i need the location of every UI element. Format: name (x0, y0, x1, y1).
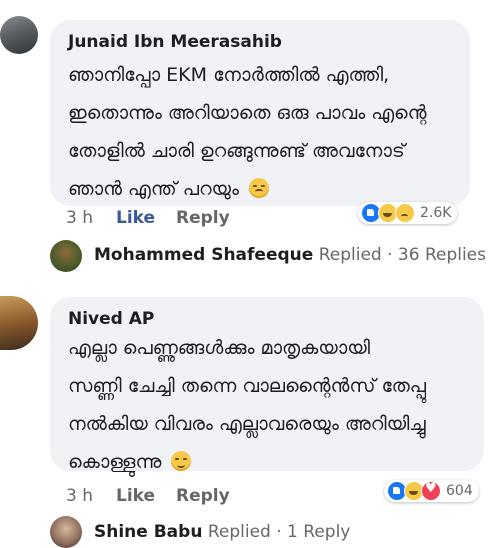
replier-avatar[interactable] (50, 240, 82, 272)
commenter-avatar[interactable] (0, 296, 38, 350)
replier-name: Shine Babu (94, 522, 203, 542)
commenter-avatar[interactable] (0, 16, 38, 54)
reaction-count: 2.6K (420, 205, 452, 221)
replier-name: Mohammed Shafeeque (94, 245, 314, 265)
comment-bubble: Nived AP എല്ലാ പെണ്ണുങ്ങൾക്കും മാതൃകയായി… (50, 297, 484, 473)
replier-avatar[interactable] (50, 516, 82, 548)
replies-link[interactable]: Shine Babu Replied · 1 Reply (94, 522, 350, 542)
comment-line-last: കൊള്ളുന്നു (68, 443, 470, 481)
reply-button[interactable]: Reply (176, 208, 230, 228)
replies-link[interactable]: Mohammed Shafeeque Replied · 36 Replies (94, 245, 486, 265)
sad-reaction-icon (395, 203, 415, 223)
comment-text: എല്ലാ പെണ്ണുങ്ങൾക്കും മാതൃകയായി സണ്ണി ചേ… (68, 329, 470, 481)
comment-time[interactable]: 3 h (66, 208, 93, 228)
comment-bubble: Junaid Ibn Meerasahib ഞാനിപ്പോ EKM നോർത്… (50, 20, 470, 206)
comment-text: ഞാനിപ്പോ EKM നോർത്തിൽ എത്തി, ഇതൊന്നും അറ… (68, 56, 456, 208)
love-reaction-icon (421, 481, 441, 501)
comment-line: നൽകിയ വിവരം എല്ലാവരെയും അറിയിച്ചു (68, 413, 426, 435)
comment-line: ഇതൊന്നും അറിയാതെ ഒരു പാവം എന്റെ (68, 102, 427, 124)
comment-line: സണ്ണി ചേച്ചി തന്നെ വാലന്റൈൻസ് തേപ്പു (68, 375, 427, 397)
comment-line: ഞാനിപ്പോ EKM നോർത്തിൽ എത്തി, (68, 64, 390, 86)
reply-button[interactable]: Reply (176, 486, 230, 506)
like-button[interactable]: Like (116, 208, 155, 228)
comment-line: കൊള്ളുന്നു (68, 451, 162, 473)
replies-count: Replied · 36 Replies (313, 245, 487, 265)
like-button[interactable]: Like (116, 486, 155, 506)
comment-line: ഞാൻ എന്ത് പറയും (68, 178, 239, 200)
grinning-face-icon (171, 451, 192, 471)
reaction-count: 604 (446, 483, 473, 499)
comment-line: എല്ലാ പെണ്ണുങ്ങൾക്കും മാതൃകയായി (68, 337, 371, 359)
reaction-summary[interactable]: 2.6K (358, 202, 458, 224)
comment-author[interactable]: Junaid Ibn Meerasahib (68, 32, 282, 52)
comment-author[interactable]: Nived AP (68, 309, 154, 329)
replies-count: Replied · 1 Reply (202, 522, 351, 542)
persevering-face-icon (248, 178, 269, 198)
comment-line: തോളിൽ ചാരി ഉറങ്ങുന്നുണ്ട് അവനോട് (68, 140, 405, 162)
comment-time[interactable]: 3 h (66, 486, 93, 506)
reaction-summary[interactable]: 604 (384, 480, 479, 502)
